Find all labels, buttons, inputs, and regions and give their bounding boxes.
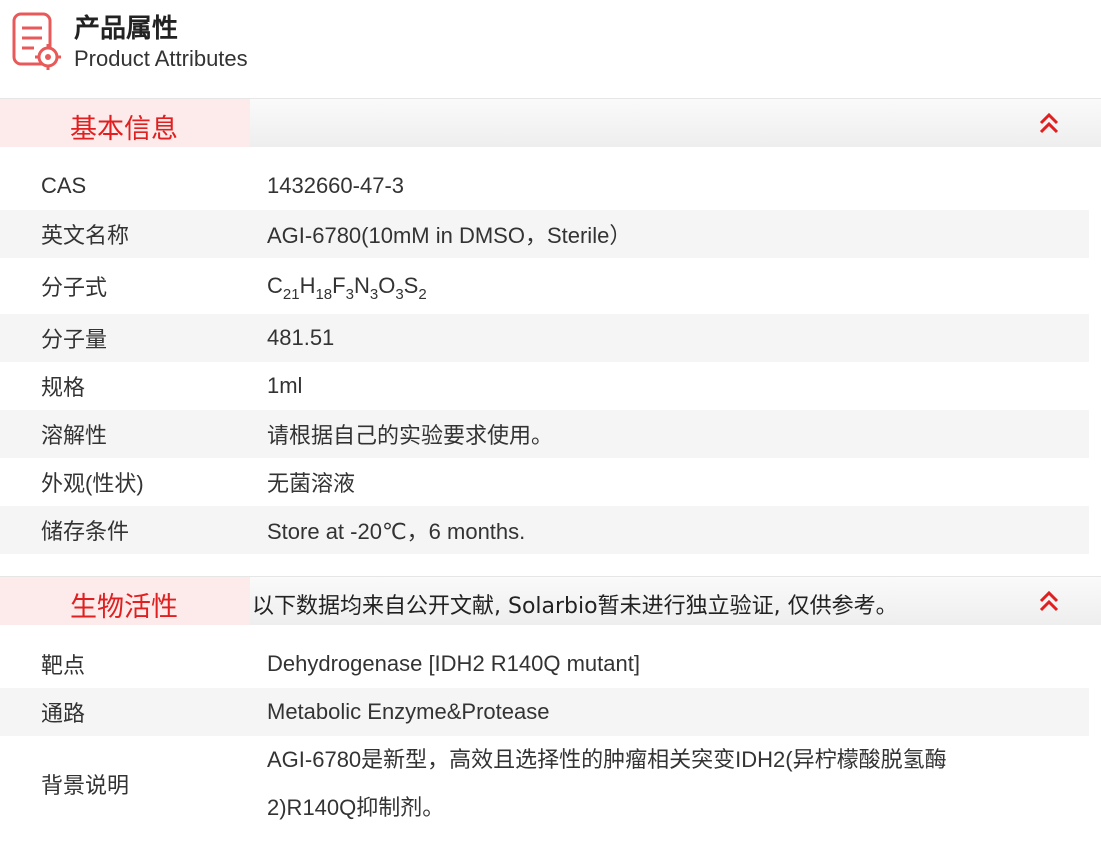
basic-info-title: 基本信息 (70, 114, 178, 145)
background-line-1: AGI-6780是新型，高效且选择性的肿瘤相关突变IDH2(异柠檬酸脱氢酶 (267, 747, 947, 772)
table-row: 储存条件 Store at -20℃，6 months. (0, 506, 1089, 554)
row-label: 溶解性 (0, 410, 267, 458)
table-row: 外观(性状) 无菌溶液 (0, 458, 1089, 506)
row-value: Store at -20℃，6 months. (267, 506, 1089, 554)
row-value: 1ml (267, 373, 303, 398)
molecular-formula: C21H18F3N3O3S2 (267, 273, 427, 303)
row-value: Metabolic Enzyme&Protease (267, 688, 1089, 736)
row-value: 请根据自己的实验要求使用。 (267, 410, 1089, 458)
row-label: 储存条件 (0, 506, 267, 554)
row-value: 无菌溶液 (267, 471, 356, 496)
row-value: 481.51 (267, 314, 1089, 362)
document-gear-icon (12, 12, 61, 70)
table-row: 规格 1ml (0, 362, 1089, 410)
row-value: Dehydrogenase [IDH2 R140Q mutant] (267, 651, 640, 676)
row-label: 规格 (41, 375, 86, 400)
row-label: 背景说明 (41, 773, 130, 798)
bio-activity-table: 靶点 Dehydrogenase [IDH2 R140Q mutant] 通路 … (0, 625, 1089, 832)
table-row: 背景说明 AGI-6780是新型，高效且选择性的肿瘤相关突变IDH2(异柠檬酸脱… (0, 736, 1089, 832)
double-chevron-up-icon[interactable] (1037, 589, 1061, 613)
table-row: 分子式 C21H18F3N3O3S2 (0, 258, 1089, 314)
table-row: 英文名称 AGI-6780(10mM in DMSO，Sterile） (0, 210, 1089, 258)
table-row: CAS 1432660-47-3 (0, 162, 1089, 210)
bio-activity-header[interactable]: 生物活性 以下数据均来自公开文献, Solarbio暂未进行独立验证, 仅供参考… (0, 576, 1101, 625)
row-label: 英文名称 (0, 210, 267, 258)
basic-info-header[interactable]: 基本信息 (0, 98, 1101, 147)
row-label: 通路 (0, 688, 267, 736)
row-value: 1432660-47-3 (267, 173, 405, 198)
row-label: 外观(性状) (41, 471, 144, 496)
basic-info-table: CAS 1432660-47-3 英文名称 AGI-6780(10mM in D… (0, 147, 1089, 576)
table-row: 分子量 481.51 (0, 314, 1089, 362)
bio-activity-title: 生物活性 (70, 592, 178, 623)
page-subtitle: Product Attributes (74, 46, 248, 71)
table-row: 溶解性 请根据自己的实验要求使用。 (0, 410, 1089, 458)
row-value: AGI-6780是新型，高效且选择性的肿瘤相关突变IDH2(异柠檬酸脱氢酶 2)… (267, 736, 1089, 832)
row-label: 靶点 (41, 653, 86, 678)
row-value: AGI-6780(10mM in DMSO，Sterile） (267, 210, 1089, 258)
background-line-2: 2)R140Q抑制剂。 (267, 795, 445, 820)
disclaimer-note: 以下数据均来自公开文献, Solarbio暂未进行独立验证, 仅供参考。 (252, 594, 898, 619)
table-row: 靶点 Dehydrogenase [IDH2 R140Q mutant] (0, 640, 1089, 688)
row-label: CAS (41, 173, 87, 198)
row-label: 分子式 (41, 275, 108, 300)
table-row: 通路 Metabolic Enzyme&Protease (0, 688, 1089, 736)
row-label: 分子量 (0, 314, 267, 362)
double-chevron-up-icon[interactable] (1037, 111, 1061, 135)
page-title: 产品属性 (74, 14, 179, 44)
page-header: 产品属性 Product Attributes (0, 0, 1101, 98)
